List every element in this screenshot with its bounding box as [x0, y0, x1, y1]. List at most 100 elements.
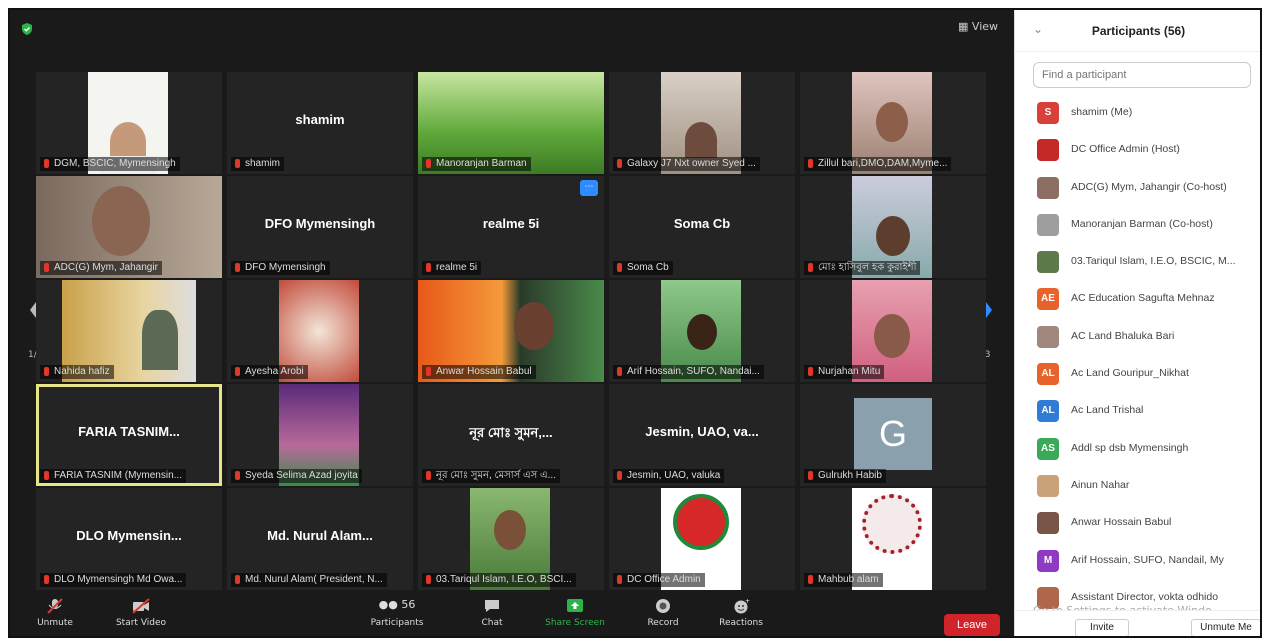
tile-name-label: Mahbub alam: [804, 573, 883, 587]
tile-name-label: Ayesha Arobi: [231, 365, 308, 379]
reactions-button[interactable]: + Reactions: [706, 598, 776, 628]
avatar: AL: [1037, 363, 1059, 386]
tile-display-name: Jesmin, UAO, va...: [645, 424, 759, 439]
avatar: [1037, 325, 1059, 348]
tile-name-label: FARIA TASNIM (Mymensin...: [40, 469, 186, 483]
tile-display-name: FARIA TASNIM...: [78, 424, 180, 439]
participant-name: AC Education Sagufta Mehnaz: [1071, 292, 1215, 305]
tile-name-label: Arif Hossain, SUFO, Nandai...: [613, 365, 764, 379]
record-button[interactable]: Record: [638, 598, 688, 628]
participants-button[interactable]: ●● 56 Participants: [362, 598, 432, 628]
participants-title: Participants (56): [1091, 24, 1186, 38]
participant-name: DC Office Admin (Host): [1071, 143, 1180, 156]
video-tile[interactable]: FARIA TASNIM... FARIA TASNIM (Mymensin...: [36, 384, 222, 486]
participant-row[interactable]: Anwar Hossain Babul: [1033, 504, 1260, 541]
participant-row[interactable]: M Arif Hossain, SUFO, Nandail, My: [1033, 542, 1260, 579]
avatar: [1037, 213, 1059, 236]
avatar: M: [1037, 549, 1059, 572]
video-tile[interactable]: Md. Nurul Alam... Md. Nurul Alam( Preside…: [227, 488, 413, 590]
video-tile[interactable]: 03.Tariqul Islam, I.E.O, BSCI...: [418, 488, 604, 590]
tile-name-label: Anwar Hossain Babul: [422, 365, 536, 379]
avatar: [1037, 474, 1059, 497]
video-tile[interactable]: G Gulrukh Habib: [800, 384, 986, 486]
participant-row[interactable]: AL Ac Land Gouripur_Nikhat: [1033, 355, 1260, 392]
participants-footer: Invite Unmute Me: [1015, 610, 1260, 636]
video-tile[interactable]: নূর মোঃ সুমন,... নূর মোঃ সুমন, মেসার্স এস…: [418, 384, 604, 486]
video-tile[interactable]: Arif Hossain, SUFO, Nandai...: [609, 280, 795, 382]
share-screen-icon: [567, 599, 583, 612]
video-tile[interactable]: Nahida hafiz: [36, 280, 222, 382]
tile-name-label: Manoranjan Barman: [422, 157, 531, 171]
tile-name-label: Syeda Selima Azad joyita: [231, 469, 362, 483]
video-tile[interactable]: DFO Mymensingh DFO Mymensingh: [227, 176, 413, 278]
meeting-area: ▦ View 1/3 1/3 DGM, BSCIC, Mymensinghsha…: [10, 10, 1010, 636]
participants-panel: ⌄ Participants (56) Sshamim (Me) DC Offic…: [1014, 10, 1260, 636]
participant-row[interactable]: AS Addl sp dsb Mymensingh: [1033, 430, 1260, 467]
video-tile[interactable]: Nurjahan Mitu: [800, 280, 986, 382]
chat-button[interactable]: Chat: [472, 598, 512, 628]
video-tile[interactable]: Jesmin, UAO, va... Jesmin, UAO, valuka: [609, 384, 795, 486]
video-tile[interactable]: DLO Mymensin... DLO Mymensingh Md Owa...: [36, 488, 222, 590]
tile-name-label: নূর মোঃ সুমন, মেসার্স এস এ...: [422, 469, 560, 483]
participant-row[interactable]: ADC(G) Mym, Jahangir (Co-host): [1033, 169, 1260, 206]
participant-row[interactable]: AL Ac Land Trishal: [1033, 392, 1260, 429]
start-video-button[interactable]: Start Video: [106, 598, 176, 628]
unmute-button[interactable]: Unmute: [30, 598, 80, 628]
avatar: S: [1037, 102, 1059, 124]
unmute-me-button[interactable]: Unmute Me: [1191, 619, 1260, 636]
video-tile[interactable]: DGM, BSCIC, Mymensingh: [36, 72, 222, 174]
tile-name-label: DLO Mymensingh Md Owa...: [40, 573, 187, 587]
participant-name: ADC(G) Mym, Jahangir (Co-host): [1071, 180, 1227, 193]
video-tile[interactable]: realme 5i realme 5i ⋯: [418, 176, 604, 278]
participant-row[interactable]: Sshamim (Me): [1033, 94, 1260, 131]
video-tile[interactable]: Zillul bari,DMO,DAM,Myme...: [800, 72, 986, 174]
video-tile[interactable]: Syeda Selima Azad joyita: [227, 384, 413, 486]
video-tile[interactable]: shamim shamim: [227, 72, 413, 174]
record-icon: [656, 599, 670, 613]
tile-name-label: Galaxy J7 Nxt owner Syed ...: [613, 157, 760, 171]
participant-name: AC Land Bhaluka Bari: [1071, 329, 1175, 342]
video-tile[interactable]: Soma Cb Soma Cb: [609, 176, 795, 278]
tile-name-label: Zillul bari,DMO,DAM,Myme...: [804, 157, 952, 171]
participant-row[interactable]: 03.Tariqul Islam, I.E.O, BSCIC, M...: [1033, 243, 1260, 280]
video-tile[interactable]: DC Office Admin: [609, 488, 795, 590]
more-options-icon[interactable]: ⋯: [580, 180, 598, 196]
avatar: [1037, 176, 1059, 199]
participant-name: Arif Hossain, SUFO, Nandail, My: [1071, 553, 1224, 566]
zoom-window: ▦ View 1/3 1/3 DGM, BSCIC, Mymensinghsha…: [8, 8, 1262, 638]
video-tile[interactable]: Anwar Hossain Babul: [418, 280, 604, 382]
invite-button[interactable]: Invite: [1075, 619, 1129, 636]
video-tile[interactable]: Galaxy J7 Nxt owner Syed ...: [609, 72, 795, 174]
participant-name: Ac Land Trishal: [1071, 404, 1144, 417]
chat-bubble-icon: [485, 600, 499, 612]
smiley-plus-icon: +: [734, 598, 750, 614]
tile-display-name: Md. Nurul Alam...: [267, 528, 373, 543]
participants-count: 56: [401, 598, 416, 611]
tile-name-label: Jesmin, UAO, valuka: [613, 469, 725, 483]
participant-row[interactable]: DC Office Admin (Host): [1033, 131, 1260, 168]
share-screen-button[interactable]: Share Screen: [540, 598, 610, 628]
video-tile[interactable]: Mahbub alam: [800, 488, 986, 590]
participant-name: Assistant Director, vokta odhido: [1071, 590, 1219, 603]
meeting-toolbar: Unmute Start Video ●● 56 Participants Ch…: [10, 594, 1010, 636]
tile-name-label: realme 5i: [422, 261, 482, 275]
participant-row[interactable]: AC Land Bhaluka Bari: [1033, 318, 1260, 355]
tile-name-label: Gulrukh Habib: [804, 469, 886, 483]
video-off-icon: [132, 598, 150, 614]
tile-display-name: Soma Cb: [673, 216, 731, 231]
participant-search-input[interactable]: [1033, 62, 1251, 88]
participant-row[interactable]: AE AC Education Sagufta Mehnaz: [1033, 280, 1260, 317]
view-button[interactable]: ▦ View: [958, 20, 998, 33]
video-tile[interactable]: Ayesha Arobi: [227, 280, 413, 382]
avatar: [1037, 251, 1059, 274]
video-tile[interactable]: মোঃ হাসিবুল হক কুরাইশী: [800, 176, 986, 278]
leave-button[interactable]: Leave: [944, 614, 1000, 636]
video-tile[interactable]: ADC(G) Mym, Jahangir: [36, 176, 222, 278]
participant-name: Manoranjan Barman (Co-host): [1071, 217, 1213, 230]
video-tile[interactable]: Manoranjan Barman: [418, 72, 604, 174]
participant-row[interactable]: Ainun Nahar: [1033, 467, 1260, 504]
participant-row[interactable]: Manoranjan Barman (Co-host): [1033, 206, 1260, 243]
participant-name: 03.Tariqul Islam, I.E.O, BSCIC, M...: [1071, 255, 1236, 268]
tile-name-label: Nurjahan Mitu: [804, 365, 885, 379]
tile-name-label: shamim: [231, 157, 285, 171]
